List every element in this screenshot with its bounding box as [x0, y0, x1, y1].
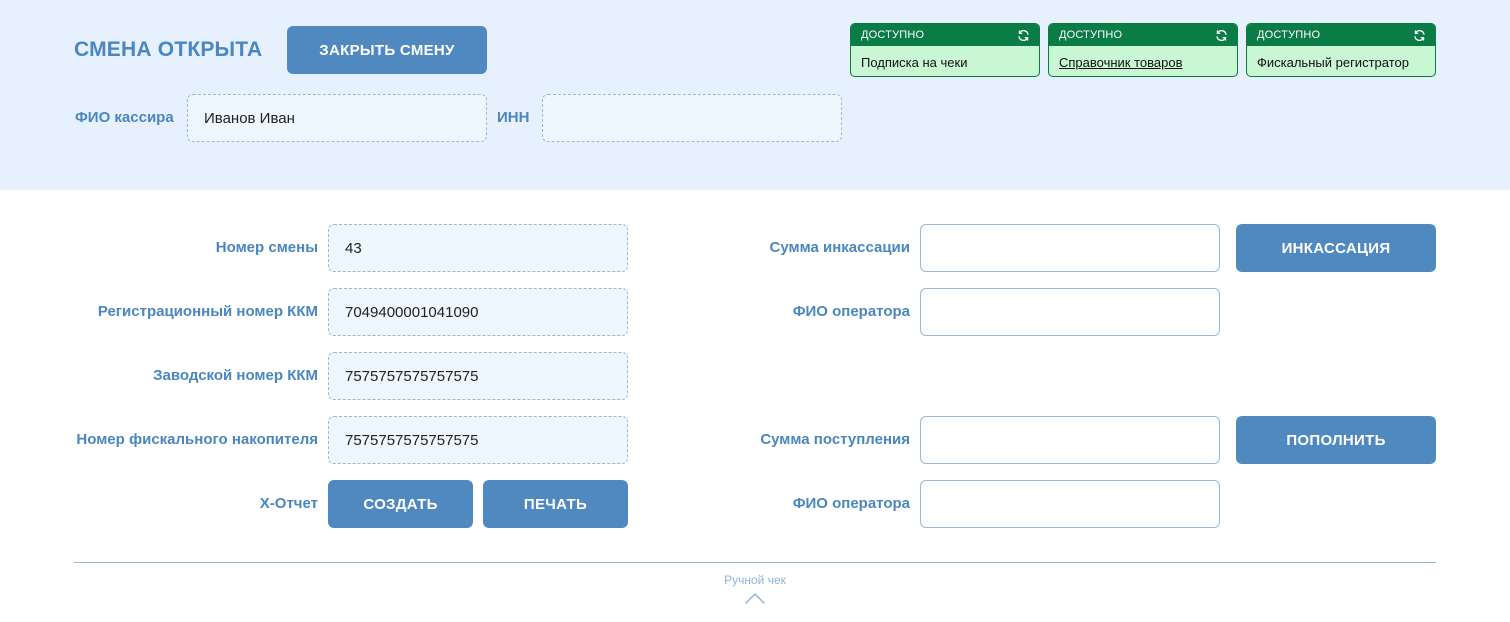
status-card-product-catalog: ДОСТУПНО Справочник товаров	[1048, 23, 1238, 77]
factory-number-value: 7575757575757575	[345, 367, 479, 385]
status-text: ДОСТУПНО	[1059, 29, 1123, 41]
status-card-header: ДОСТУПНО	[1049, 24, 1237, 46]
chevron-up-icon[interactable]	[745, 592, 765, 604]
refresh-icon[interactable]	[1017, 29, 1030, 42]
refresh-icon[interactable]	[1215, 29, 1228, 42]
print-x-report-button[interactable]: ПЕЧАТЬ	[483, 480, 628, 528]
refresh-icon[interactable]	[1413, 29, 1426, 42]
collection-sum-input[interactable]	[937, 225, 1219, 271]
divider	[74, 562, 1436, 563]
inn-field[interactable]	[542, 94, 842, 142]
status-card-header: ДОСТУПНО	[851, 24, 1039, 46]
shift-number-label: Номер смены	[215, 239, 318, 256]
cashier-input[interactable]	[204, 95, 486, 141]
fn-number-label: Номер фискального накопителя	[76, 431, 318, 448]
product-catalog-link[interactable]: Справочник товаров	[1049, 46, 1237, 76]
x-report-label: Х-Отчет	[259, 495, 318, 512]
close-shift-button[interactable]: ЗАКРЫТЬ СМЕНУ	[287, 26, 487, 74]
top-up-button[interactable]: ПОПОЛНИТЬ	[1236, 416, 1436, 464]
income-operator-label: ФИО оператора	[792, 495, 910, 512]
income-operator-input[interactable]	[937, 481, 1219, 527]
income-sum-input[interactable]	[937, 417, 1219, 463]
create-x-report-button[interactable]: СОЗДАТЬ	[328, 480, 473, 528]
reg-number-field: 7049400001041090	[328, 288, 628, 336]
income-sum-field[interactable]	[920, 416, 1220, 464]
collection-operator-field[interactable]	[920, 288, 1220, 336]
cashier-label: ФИО кассира	[75, 109, 174, 126]
income-sum-label: Сумма поступления	[760, 431, 910, 448]
fn-number-value: 7575757575757575	[345, 431, 479, 449]
fn-number-field: 7575757575757575	[328, 416, 628, 464]
factory-number-label: Заводской номер ККМ	[153, 367, 318, 384]
reg-number-label: Регистрационный номер ККМ	[97, 303, 318, 320]
cashier-field[interactable]	[187, 94, 487, 142]
income-operator-field[interactable]	[920, 480, 1220, 528]
factory-number-field: 7575757575757575	[328, 352, 628, 400]
collection-operator-label: ФИО оператора	[792, 303, 910, 320]
status-card-header: ДОСТУПНО	[1247, 24, 1435, 46]
inn-input[interactable]	[559, 95, 841, 141]
status-text: ДОСТУПНО	[861, 29, 925, 41]
reg-number-value: 7049400001041090	[345, 303, 479, 321]
collection-operator-input[interactable]	[937, 289, 1219, 335]
status-card-name: Фискальный регистратор	[1257, 54, 1409, 70]
inn-label: ИНН	[497, 109, 530, 126]
shift-header-panel: СМЕНА ОТКРЫТА ЗАКРЫТЬ СМЕНУ ФИО кассира …	[0, 0, 1510, 190]
status-card-receipt-subscription: ДОСТУПНО Подписка на чеки	[850, 23, 1040, 77]
collection-button[interactable]: ИНКАССАЦИЯ	[1236, 224, 1436, 272]
status-card-fiscal-registrar: ДОСТУПНО Фискальный регистратор	[1246, 23, 1436, 77]
shift-number-field: 43	[328, 224, 628, 272]
status-card-name: Подписка на чеки	[861, 54, 968, 70]
shift-number-value: 43	[345, 239, 362, 257]
collection-sum-field[interactable]	[920, 224, 1220, 272]
status-text: ДОСТУПНО	[1257, 29, 1321, 41]
collection-sum-label: Сумма инкассации	[769, 239, 911, 256]
manual-check-toggle-label[interactable]: Ручной чек	[655, 573, 855, 587]
shift-status-title: СМЕНА ОТКРЫТА	[74, 38, 263, 61]
